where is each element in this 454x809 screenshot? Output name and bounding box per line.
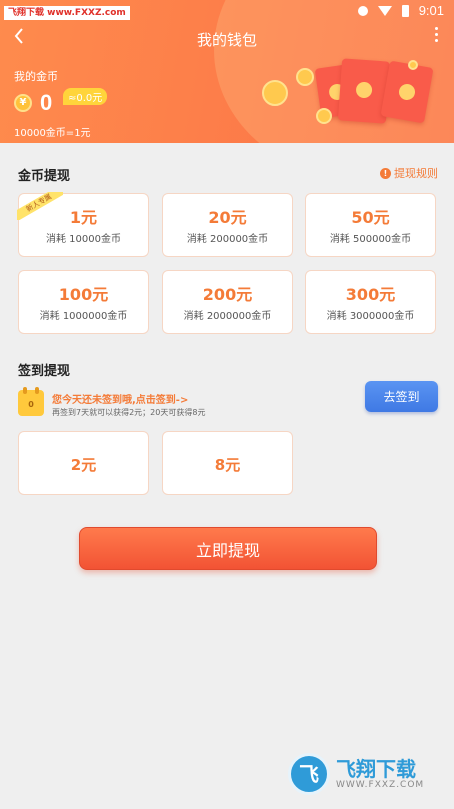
- coin-withdraw-title: 金币提现: [18, 169, 71, 184]
- withdraw-cost: 消耗 2000000金币: [183, 311, 272, 322]
- withdraw-cost: 消耗 10000金币: [46, 234, 121, 245]
- coins-label: 我的金币: [14, 70, 58, 83]
- withdraw-cost: 消耗 200000金币: [186, 234, 269, 245]
- signin-reward-info: 再签到7天就可以获得2元；20天可获得8元: [52, 408, 206, 417]
- withdraw-amount: 100元: [58, 285, 109, 304]
- withdraw-option-1[interactable]: 新人专属 1元 消耗 10000金币: [17, 192, 149, 257]
- new-user-badge: 新人专属: [17, 192, 63, 220]
- withdraw-option-50[interactable]: 50元 消耗 500000金币: [305, 193, 436, 257]
- wifi-icon: [377, 5, 392, 16]
- withdraw-rules-label: 提现规则: [394, 167, 438, 180]
- withdraw-now-button[interactable]: 立即提现: [79, 527, 377, 570]
- gold-coin-decoration: [262, 80, 288, 106]
- withdraw-option-20[interactable]: 20元 消耗 200000金币: [162, 193, 293, 257]
- more-dot-icon: [435, 39, 438, 42]
- signin-option-8[interactable]: 8元: [162, 431, 293, 495]
- exchange-rate: 10000金币=1元: [14, 128, 91, 139]
- signin-amount: 2元: [70, 456, 97, 474]
- withdraw-cost: 消耗 3000000金币: [326, 311, 415, 322]
- info-icon: !: [380, 167, 391, 179]
- location-icon: [357, 5, 368, 16]
- gold-coin-decoration: [408, 60, 418, 70]
- withdraw-cost: 消耗 1000000金币: [39, 311, 128, 322]
- withdraw-amount: 200元: [202, 285, 253, 304]
- gold-coin-decoration: [296, 68, 314, 86]
- top-watermark: 飞翔下载 www.FXXZ.com: [4, 6, 130, 20]
- more-dot-icon: [435, 33, 438, 36]
- coin-balance: 0: [40, 90, 53, 115]
- logo-url: WWW.FXXZ.COM: [336, 780, 425, 790]
- signin-option-2[interactable]: 2元: [18, 431, 149, 495]
- status-bar: 9:01: [357, 3, 444, 18]
- withdraw-option-300[interactable]: 300元 消耗 3000000金币: [305, 270, 436, 334]
- clock: 9:01: [418, 3, 444, 18]
- more-dot-icon: [435, 27, 438, 30]
- signin-amount: 8元: [214, 456, 241, 474]
- site-logo: 飞 飞翔下载 WWW.FXXZ.COM: [288, 748, 442, 800]
- battery-icon: [401, 4, 409, 17]
- page-title: 我的钱包: [196, 31, 257, 49]
- wallet-header: 飞翔下载 www.FXXZ.com 9:01 我的钱包 我的金币 ¥ 0 ≈0.…: [0, 0, 454, 143]
- withdraw-amount: 20元: [208, 208, 247, 227]
- calendar-icon: 0: [18, 387, 44, 416]
- logo-mark: 飞: [288, 753, 330, 795]
- logo-name: 飞翔下载: [336, 757, 416, 781]
- coin-cash-equivalent: ≈0.0元: [63, 88, 108, 105]
- withdraw-amount: 300元: [345, 285, 396, 304]
- more-menu-button[interactable]: [435, 27, 438, 42]
- withdraw-cost: 消耗 500000金币: [329, 234, 412, 245]
- withdraw-option-200[interactable]: 200元 消耗 2000000金币: [162, 270, 293, 334]
- withdraw-rules-link[interactable]: ! 提现规则: [380, 165, 438, 181]
- withdraw-option-100[interactable]: 100元 消耗 1000000金币: [18, 270, 149, 334]
- coin-icon: ¥: [14, 94, 32, 112]
- signin-prompt: 您今天还未签到哦,点击签到->: [52, 395, 189, 406]
- gold-coin-decoration: [316, 108, 332, 124]
- signin-withdraw-title: 签到提现: [18, 364, 71, 379]
- go-signin-button[interactable]: 去签到: [365, 381, 438, 412]
- withdraw-amount: 50元: [351, 208, 390, 227]
